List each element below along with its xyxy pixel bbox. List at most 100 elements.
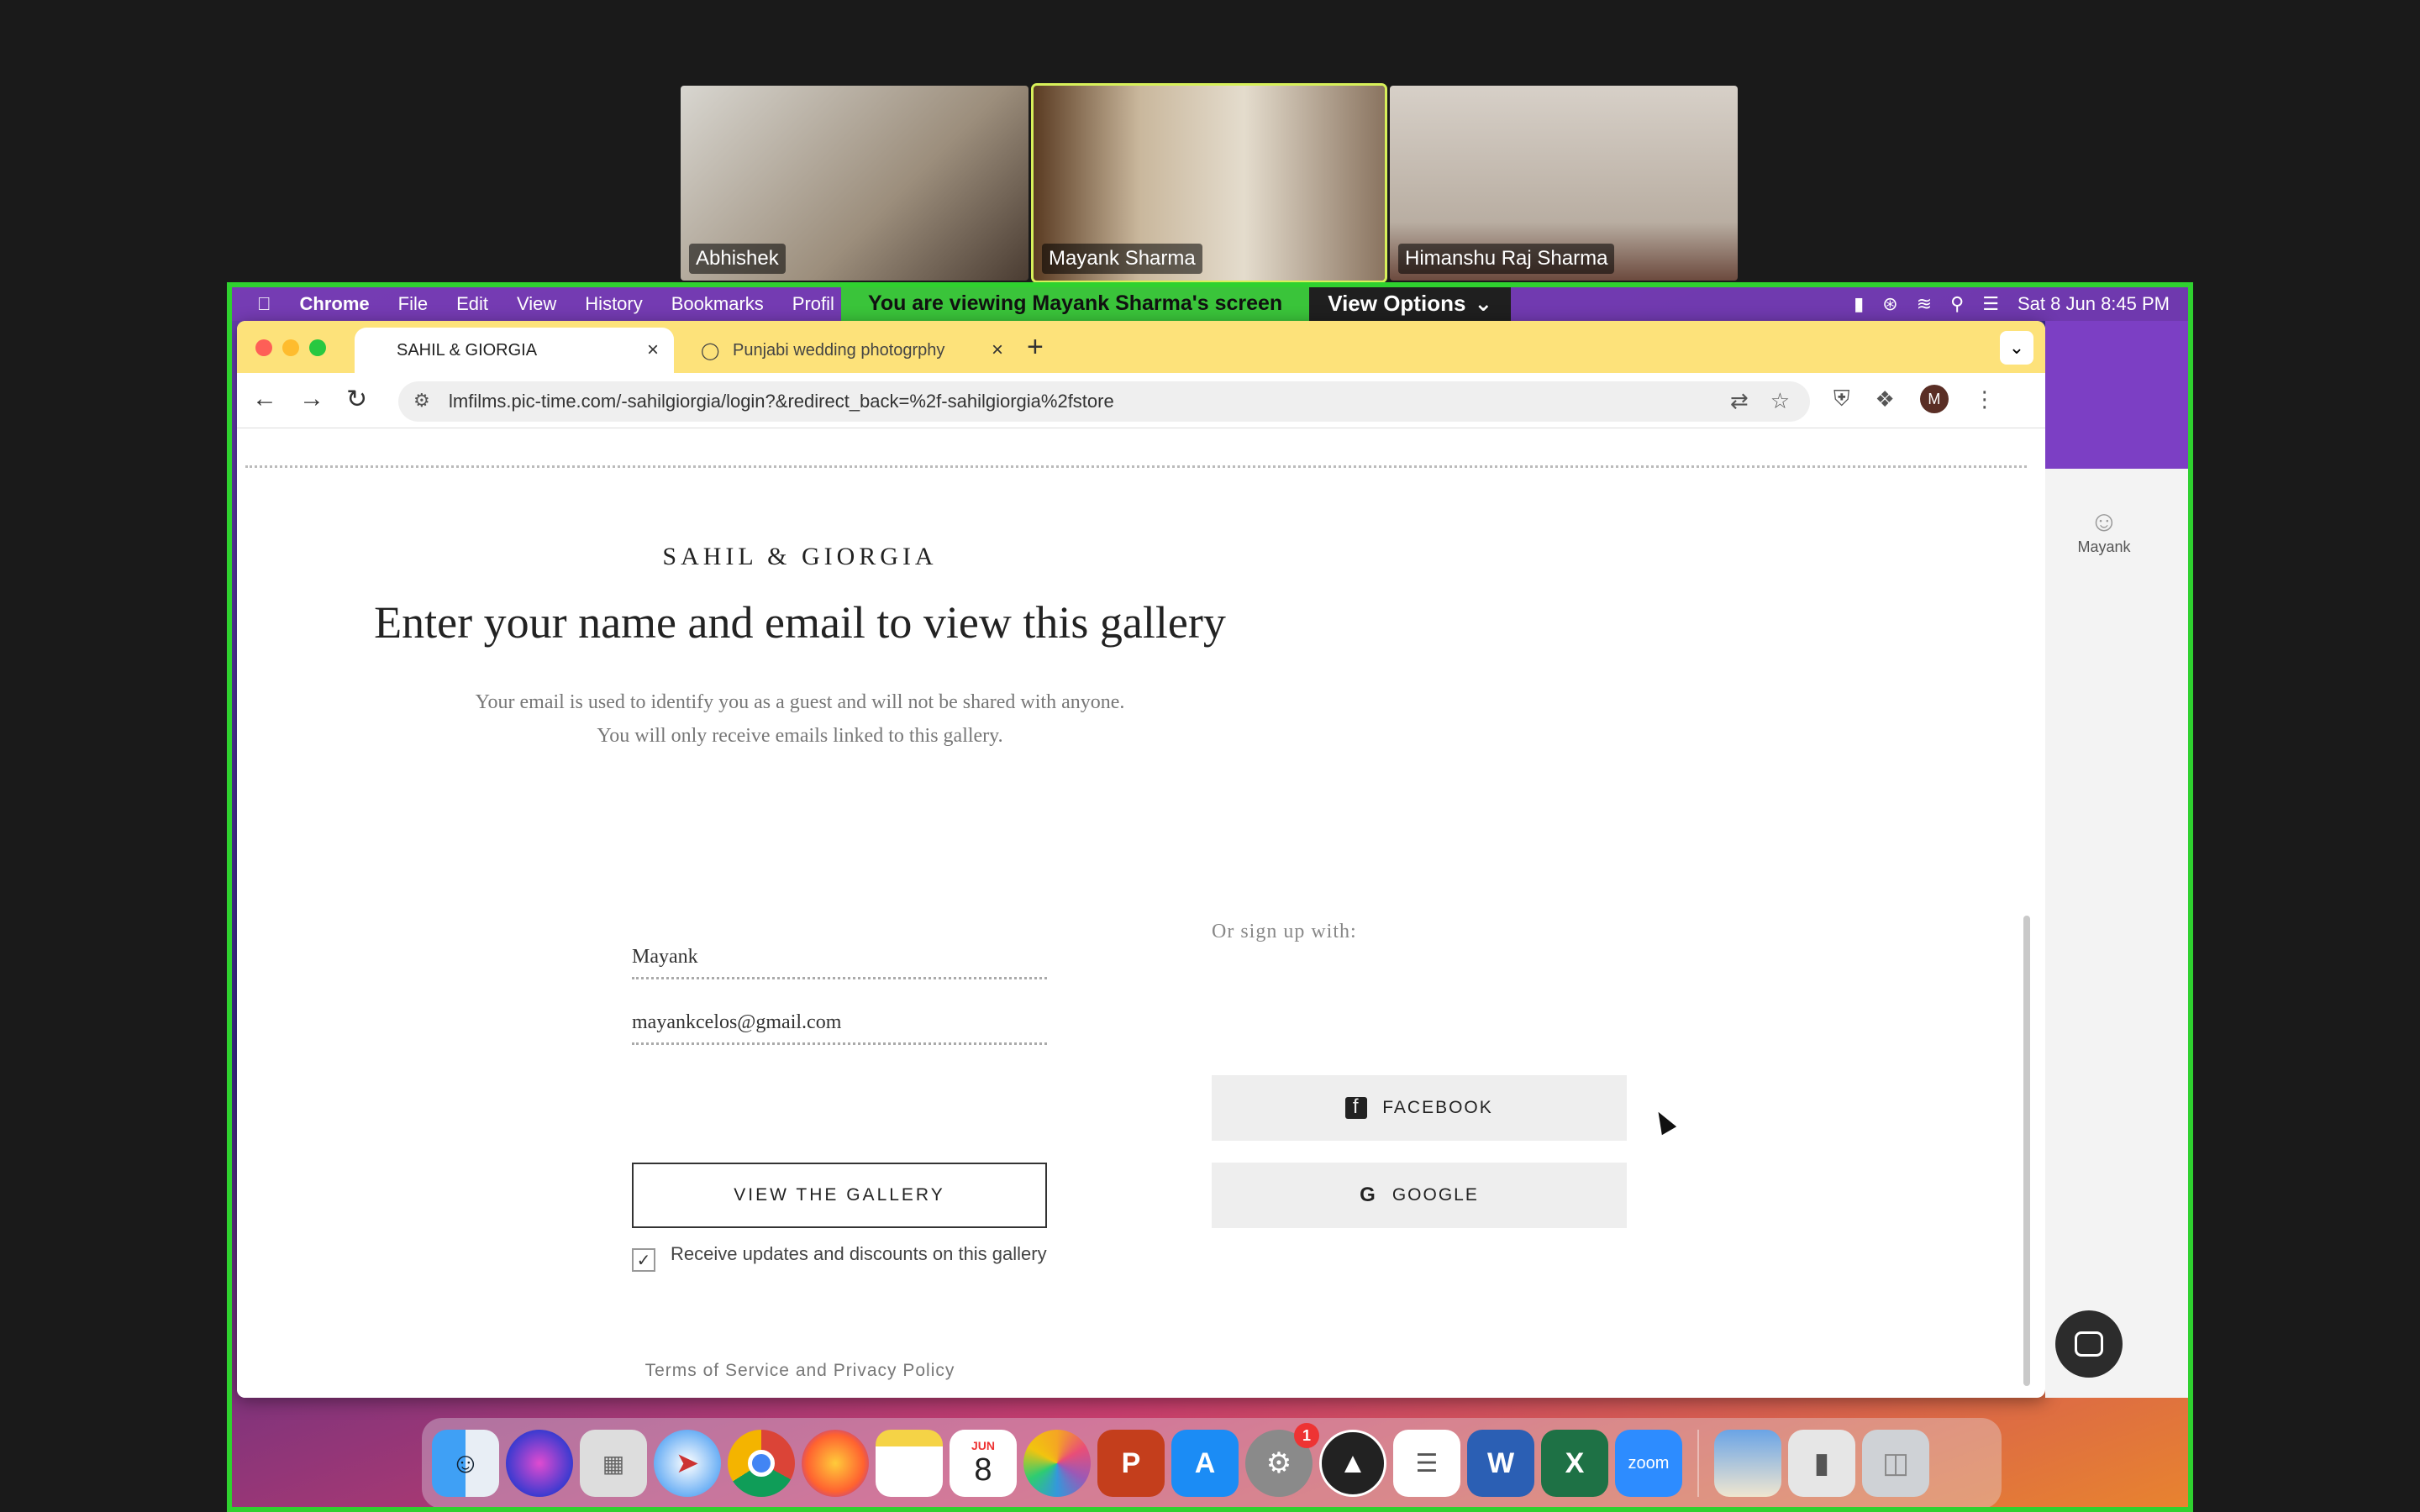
archive-utility-icon[interactable]: ▮ [1788, 1430, 1855, 1497]
bluetooth-icon[interactable]: ⊛ [1882, 293, 1897, 315]
updates-checkbox-label[interactable]: Receive updates and discounts on this ga… [671, 1243, 1057, 1265]
battery-icon[interactable]: ▮ [1854, 293, 1864, 315]
menu-bookmarks[interactable]: Bookmarks [671, 293, 764, 315]
side-user-account[interactable]: ☺ Mayank [2062, 506, 2146, 556]
or-sign-up-label: Or sign up with: [1212, 921, 1357, 942]
reload-icon[interactable]: ↻ [346, 385, 367, 414]
google-label: GOOGLE [1392, 1185, 1479, 1205]
tab-punjabi-wedding[interactable]: ◯ Punjabi wedding photogrphy × [682, 328, 1018, 373]
safari-icon[interactable]: ➤ [654, 1430, 721, 1497]
minimize-window-button[interactable] [282, 339, 299, 356]
menubar-status-area: ▮ ⊛ ≋ ⚲ ☰ Sat 8 Jun 8:45 PM [1854, 293, 2170, 315]
calendar-icon[interactable]: JUN 8 [950, 1430, 1017, 1497]
browser-toolbar: ← → ↻ ⚙ lmfilms.pic-time.com/-sahilgiorg… [237, 373, 2045, 428]
subtext-line-1: Your email is used to identify you as a … [475, 691, 1125, 713]
name-field[interactable]: Mayank [632, 946, 1047, 979]
address-bar[interactable]: ⚙ lmfilms.pic-time.com/-sahilgiorgia/log… [398, 381, 1810, 422]
wifi-icon[interactable]: ≋ [1917, 293, 1932, 315]
participant-name: Himanshu Raj Sharma [1398, 244, 1615, 274]
calendar-day: 8 [974, 1452, 992, 1488]
tab-title: Punjabi wedding photogrphy [733, 340, 945, 360]
new-tab-button[interactable]: + [1027, 331, 1044, 364]
close-window-button[interactable] [255, 339, 272, 356]
menu-file[interactable]: File [398, 293, 428, 315]
apple-menu-icon[interactable]:  [257, 293, 271, 315]
notes-icon[interactable] [876, 1430, 943, 1497]
powerpoint-icon[interactable]: P [1097, 1430, 1165, 1497]
subtext-line-2: You will only receive emails linked to t… [597, 725, 1003, 747]
zoom-viewing-banner: You are viewing Mayank Sharma's screen V… [841, 287, 1512, 323]
privacy-subtext: Your email is used to identify you as a … [237, 685, 1363, 753]
more-menu-icon[interactable]: ⋮ [1974, 386, 1996, 412]
menu-history[interactable]: History [585, 293, 642, 315]
trash-icon[interactable]: ◫ [1862, 1430, 1929, 1497]
background-window-header [2045, 321, 2188, 469]
back-arrow-icon[interactable]: ← [252, 385, 277, 413]
tab-title: SAHIL & GIORGIA [397, 340, 538, 360]
system-settings-icon[interactable]: ⚙ 1 [1245, 1423, 1319, 1497]
facebook-icon: f [1345, 1095, 1368, 1119]
chrome-window: SAHIL & GIORGIA × ◯ Punjabi wedding phot… [237, 321, 2045, 1398]
participant-tile-abhishek[interactable]: Abhishek [681, 86, 1028, 281]
chat-icon [2075, 1331, 2103, 1357]
mac-dock: ☺ ▦ ➤ JUN 8 P A ⚙ 1 ▲ ☰ W X zoom ▮ ◫ [422, 1418, 2002, 1507]
screen-share-icon[interactable]: ▲ [1319, 1430, 1386, 1497]
menubar-datetime[interactable]: Sat 8 Jun 8:45 PM [2018, 293, 2170, 315]
profile-avatar[interactable]: M [1919, 385, 1949, 413]
app-store-icon[interactable]: A [1171, 1430, 1239, 1497]
zoom-app-label: zoom [1628, 1453, 1670, 1473]
zoom-app-icon[interactable]: zoom [1615, 1430, 1682, 1497]
chat-support-button[interactable] [2055, 1310, 2123, 1378]
chrome-icon[interactable] [728, 1430, 795, 1497]
checkmark-icon: ✓ [636, 1251, 651, 1270]
google-signup-button[interactable]: G GOOGLE [1212, 1163, 1627, 1228]
photos-icon[interactable] [1023, 1430, 1091, 1497]
menu-app-name[interactable]: Chrome [300, 293, 370, 315]
shield-extension-icon[interactable]: ⛨ [1833, 386, 1850, 412]
participant-name: Mayank Sharma [1042, 244, 1202, 274]
reminders-icon[interactable]: ☰ [1393, 1430, 1460, 1497]
address-url: lmfilms.pic-time.com/-sahilgiorgia/login… [449, 391, 1114, 412]
updates-checkbox[interactable]: ✓ [632, 1248, 655, 1272]
extensions-puzzle-icon[interactable]: ❖ [1876, 386, 1895, 412]
control-center-icon[interactable]: ☰ [1982, 293, 1999, 315]
page-scrollbar[interactable] [2023, 916, 2030, 1386]
spotlight-search-icon[interactable]: ⚲ [1950, 293, 1964, 315]
globe-icon: ◯ [701, 341, 720, 360]
email-field[interactable]: mayankcelos@gmail.com [632, 1011, 1047, 1045]
participant-name: Abhishek [689, 244, 786, 274]
participant-tile-mayank[interactable]: Mayank Sharma [1031, 83, 1387, 283]
translate-icon[interactable]: ⇄ [1730, 388, 1749, 414]
maximize-window-button[interactable] [309, 339, 326, 356]
excel-icon[interactable]: X [1541, 1430, 1608, 1497]
word-icon[interactable]: W [1467, 1430, 1534, 1497]
close-tab-icon[interactable]: × [647, 339, 659, 362]
menu-view[interactable]: View [517, 293, 556, 315]
menu-profiles[interactable]: Profil [792, 293, 834, 315]
site-settings-icon[interactable]: ⚙ [413, 390, 430, 412]
facebook-signup-button[interactable]: f FACEBOOK [1212, 1075, 1627, 1141]
bookmark-star-icon[interactable]: ☆ [1770, 388, 1790, 414]
preview-icon[interactable] [1714, 1430, 1781, 1497]
forward-arrow-icon[interactable]: → [299, 385, 324, 413]
mouse-cursor-icon [1650, 1107, 1677, 1136]
finder-icon[interactable]: ☺ [432, 1430, 499, 1497]
shared-screen-frame:  Chrome File Edit View History Bookmark… [227, 282, 2193, 1512]
tab-search-chevron-icon[interactable]: ⌄ [2000, 331, 2033, 365]
view-gallery-button[interactable]: VIEW THE GALLERY [632, 1163, 1047, 1228]
view-options-button[interactable]: View Options ⌄ [1309, 287, 1512, 323]
firefox-icon[interactable] [802, 1430, 869, 1497]
terms-privacy-link[interactable]: Terms of Service and Privacy Policy [237, 1361, 1363, 1381]
tab-bar: SAHIL & GIORGIA × ◯ Punjabi wedding phot… [237, 321, 2045, 373]
chevron-down-icon: ⌄ [1474, 290, 1493, 316]
close-tab-icon[interactable]: × [992, 339, 1003, 362]
menu-edit[interactable]: Edit [456, 293, 488, 315]
facebook-label: FACEBOOK [1382, 1098, 1493, 1117]
google-icon: G [1360, 1184, 1377, 1206]
page-title: Enter your name and email to view this g… [374, 597, 1226, 648]
tab-sahil-giorgia[interactable]: SAHIL & GIORGIA × [355, 328, 674, 373]
siri-icon[interactable] [506, 1430, 573, 1497]
view-options-label: View Options [1328, 290, 1466, 316]
launchpad-icon[interactable]: ▦ [580, 1430, 647, 1497]
participant-tile-himanshu[interactable]: Himanshu Raj Sharma [1390, 86, 1738, 281]
